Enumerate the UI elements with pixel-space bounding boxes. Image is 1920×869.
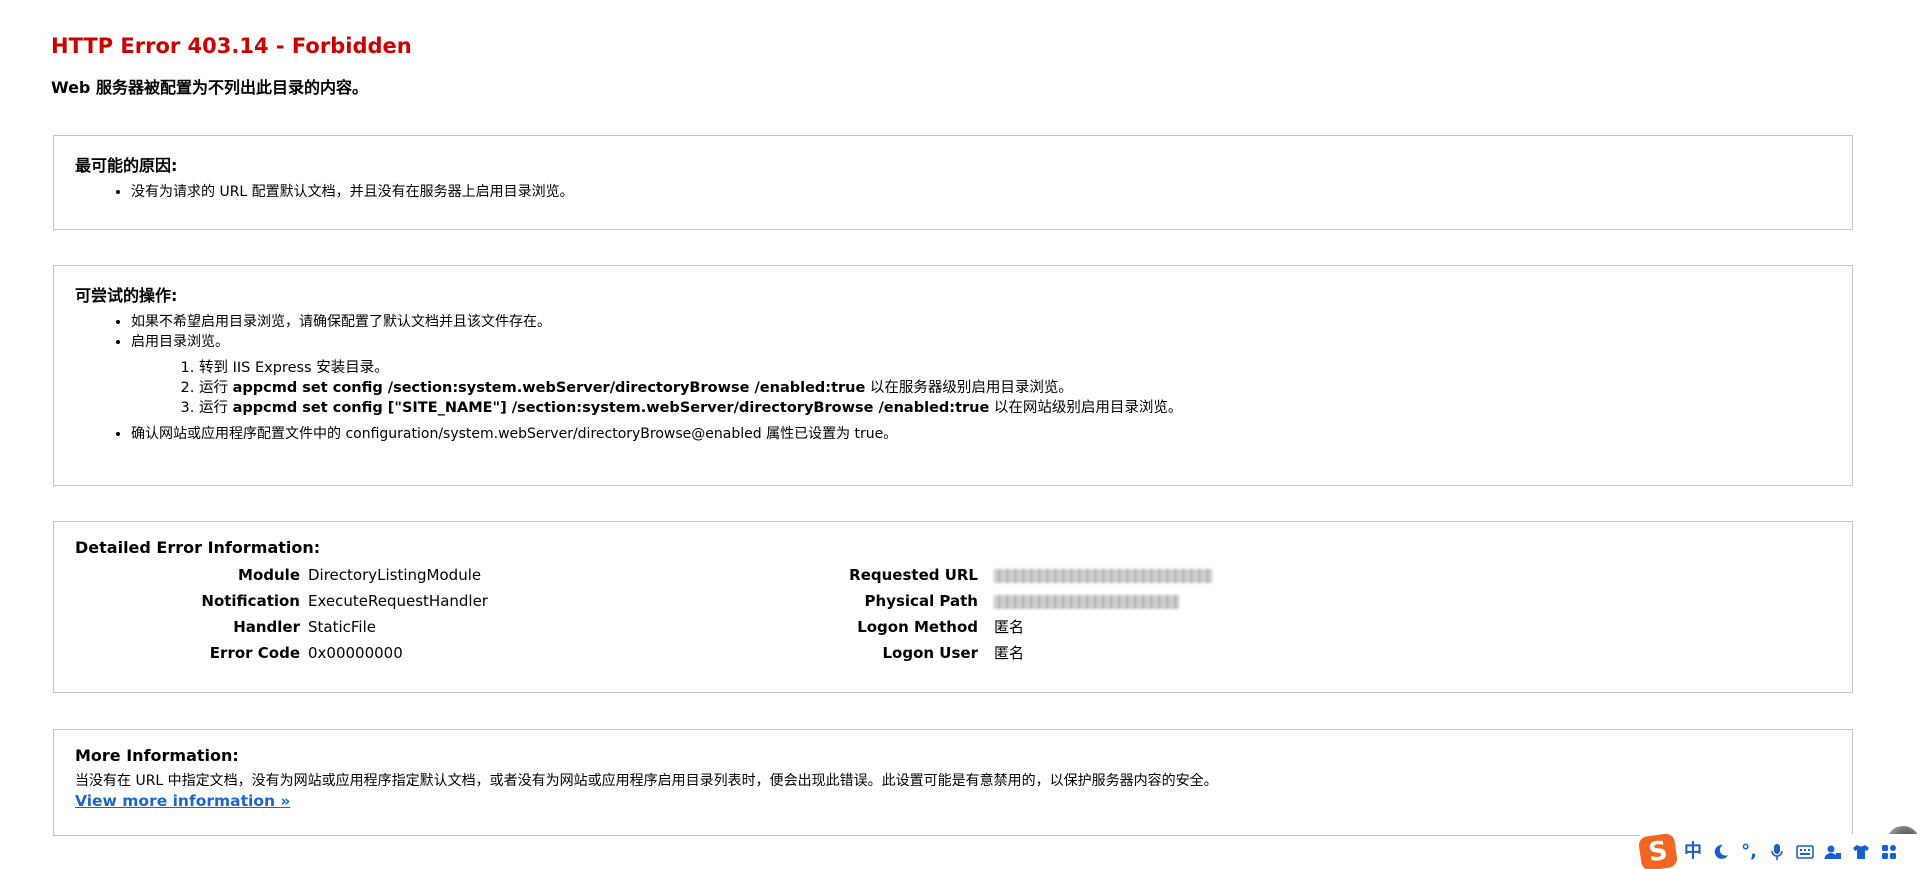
step-item: 运行 appcmd set config ["SITE_NAME"] /sect…	[199, 398, 1831, 418]
detail-label: Module	[238, 566, 300, 584]
detail-value: 匿名	[994, 644, 1025, 662]
requested-url-redacted	[994, 562, 1212, 588]
ime-toolbar: S 中 °,	[1637, 832, 1920, 869]
error-page: HTTP Error 403.14 - Forbidden Web 服务器被配置…	[0, 0, 1920, 869]
actions-heading: 可尝试的操作:	[75, 286, 178, 305]
steps-list: 转到 IIS Express 安装目录。 运行 appcmd set confi…	[131, 358, 1831, 418]
page-title: HTTP Error 403.14 - Forbidden	[51, 34, 412, 58]
enable-browsing-label: 启用目录浏览。	[131, 334, 229, 350]
list-item: 启用目录浏览。 转到 IIS Express 安装目录。 运行 appcmd s…	[131, 332, 1831, 418]
list-item: 确认网站或应用程序配置文件中的 configuration/system.web…	[131, 424, 1831, 444]
detail-value: 匿名	[994, 618, 1025, 636]
list-item: 没有为请求的 URL 配置默认文档，并且没有在服务器上启用目录浏览。	[131, 182, 1831, 202]
ime-mode-button[interactable]: 中	[1682, 840, 1704, 864]
details-left-labels: Module Notification Handler Error Code	[130, 562, 300, 666]
details-right-labels: Requested URL Physical Path Logon Method…	[754, 562, 978, 666]
more-info-text: 当没有在 URL 中指定文档，没有为网站或应用程序指定默认文档，或者没有为网站或…	[75, 773, 1218, 789]
detail-label: Physical Path	[864, 592, 978, 610]
step-text: 转到 IIS Express 安装目录。	[199, 360, 389, 376]
more-info-heading: More Information:	[75, 746, 239, 765]
list-item: 如果不希望启用目录浏览，请确保配置了默认文档并且该文件存在。	[131, 312, 1831, 332]
detail-value: ExecuteRequestHandler	[308, 592, 488, 610]
punctuation-button[interactable]: °,	[1738, 840, 1760, 864]
step-text: 以在网站级别启用目录浏览。	[989, 400, 1183, 416]
detail-value: 0x00000000	[308, 644, 403, 662]
step-item: 转到 IIS Express 安装目录。	[199, 358, 1831, 378]
causes-list: 没有为请求的 URL 配置默认文档，并且没有在服务器上启用目录浏览。	[75, 182, 1831, 202]
redacted-text	[994, 594, 1179, 609]
details-right-values: 匿名 匿名	[994, 562, 1394, 666]
detail-label: Error Code	[209, 644, 300, 662]
more-info-section: More Information: 当没有在 URL 中指定文档，没有为网站或应…	[53, 729, 1853, 836]
actions-section: 可尝试的操作: 如果不希望启用目录浏览，请确保配置了默认文档并且该文件存在。 启…	[53, 265, 1853, 486]
causes-section: 最可能的原因: 没有为请求的 URL 配置默认文档，并且没有在服务器上启用目录浏…	[53, 135, 1853, 230]
moon-icon[interactable]	[1710, 840, 1732, 864]
detail-label: Notification	[201, 592, 300, 610]
microphone-icon[interactable]	[1766, 840, 1788, 864]
details-left-values: DirectoryListingModule ExecuteRequestHan…	[308, 562, 708, 666]
actions-list: 如果不希望启用目录浏览，请确保配置了默认文档并且该文件存在。 启用目录浏览。 转…	[75, 312, 1831, 444]
detail-label: Logon Method	[857, 618, 978, 636]
view-more-information-link[interactable]: View more information »	[75, 792, 290, 810]
user-card-icon[interactable]	[1822, 840, 1844, 864]
step-command: appcmd set config /section:system.webSer…	[232, 380, 866, 396]
detail-value: StaticFile	[308, 618, 376, 636]
skin-shirt-icon[interactable]	[1850, 840, 1872, 864]
physical-path-redacted	[994, 588, 1179, 614]
details-section: Detailed Error Information: Module Notif…	[53, 521, 1853, 693]
step-text: 运行	[199, 380, 233, 396]
keyboard-icon[interactable]	[1794, 840, 1816, 864]
redacted-text	[994, 568, 1212, 583]
toolbox-grid-icon[interactable]	[1878, 840, 1900, 864]
sogou-logo-icon[interactable]: S	[1637, 832, 1679, 869]
causes-heading: 最可能的原因:	[75, 156, 178, 175]
step-item: 运行 appcmd set config /section:system.web…	[199, 378, 1831, 398]
detail-label: Requested URL	[849, 566, 978, 584]
step-text: 以在服务器级别启用目录浏览。	[865, 380, 1073, 396]
page-subtitle: Web 服务器被配置为不列出此目录的内容。	[51, 78, 368, 97]
step-text: 运行	[199, 400, 233, 416]
step-command: appcmd set config ["SITE_NAME"] /section…	[232, 400, 990, 416]
detail-label: Handler	[233, 618, 300, 636]
detail-label: Logon User	[882, 644, 979, 662]
details-heading: Detailed Error Information:	[75, 538, 321, 557]
detail-value: DirectoryListingModule	[308, 566, 482, 584]
